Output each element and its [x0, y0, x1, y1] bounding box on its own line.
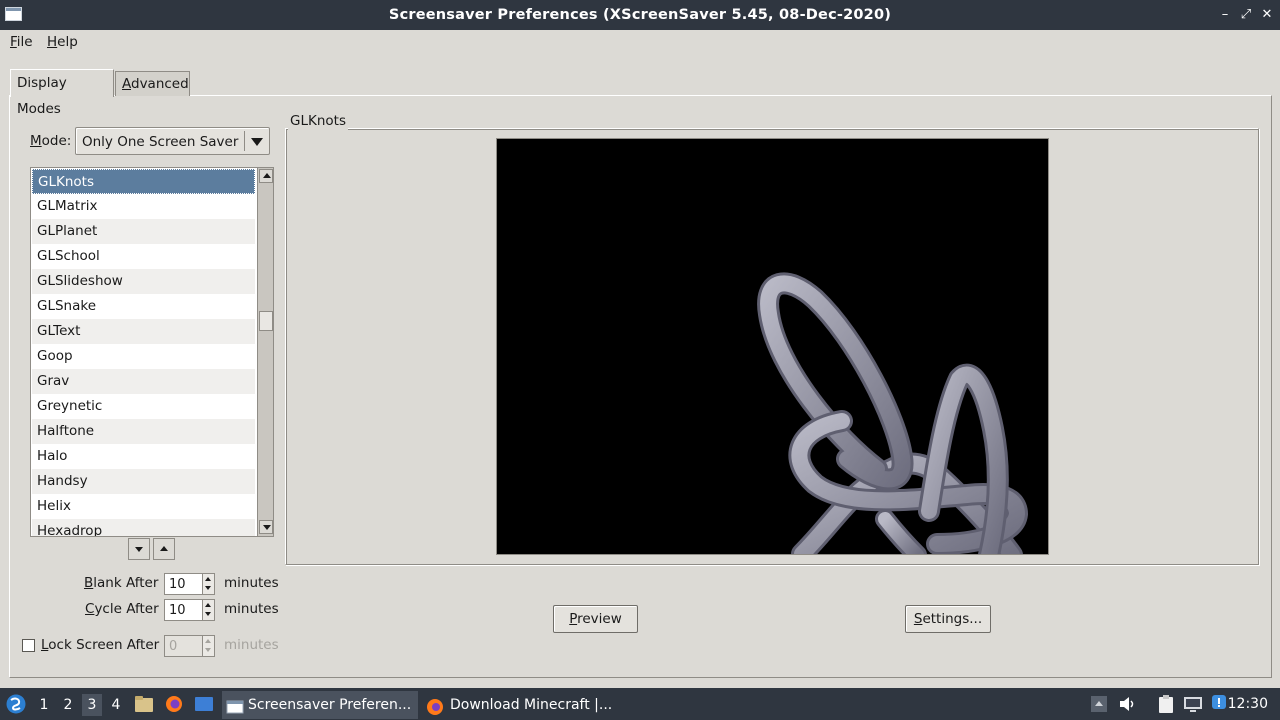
maximize-button[interactable]: ⤢	[1236, 0, 1256, 30]
workspace-2[interactable]: 2	[58, 694, 78, 716]
mode-dropdown-value: Only One Screen Saver	[82, 134, 239, 150]
list-item[interactable]: Halo	[32, 444, 255, 469]
taskbar: 1 2 3 4 Screensaver Preferen... Download…	[0, 688, 1280, 720]
scroll-down-button[interactable]	[259, 520, 273, 534]
lock-after-unit: minutes	[224, 637, 279, 653]
stepper-arrows[interactable]	[202, 600, 214, 620]
preview-frame-title: GLKnots	[288, 112, 348, 130]
tab-advanced[interactable]: Advanced	[115, 71, 190, 96]
tab-display-modes[interactable]: Display Modes	[10, 69, 114, 117]
list-item[interactable]: Grav	[32, 369, 255, 394]
arrow-up-icon	[160, 546, 168, 551]
arrow-down-icon	[205, 612, 211, 616]
arrow-up-icon	[205, 577, 211, 581]
clock[interactable]: 12:30	[1228, 688, 1268, 720]
list-item[interactable]: GLSlideshow	[32, 269, 255, 294]
move-up-button[interactable]	[153, 538, 175, 560]
menu-help[interactable]: Help	[47, 33, 78, 51]
list-scrollbar[interactable]	[257, 168, 273, 536]
blank-after-unit: minutes	[224, 575, 279, 591]
scroll-up-button[interactable]	[259, 169, 273, 183]
screensaver-list[interactable]: GLKnots GLMatrix GLPlanet GLSchool GLSli…	[30, 167, 274, 537]
notification-icon[interactable]	[1209, 693, 1229, 713]
blank-after-stepper[interactable]: 10	[164, 573, 215, 595]
list-item[interactable]: Helix	[32, 494, 255, 519]
screensaver-preview	[496, 138, 1049, 555]
tray-up-arrow-icon[interactable]	[1090, 695, 1108, 713]
arrow-down-icon	[205, 648, 211, 652]
list-item[interactable]: GLMatrix	[32, 194, 255, 219]
blank-after-label: Blank After	[84, 575, 159, 591]
arrow-up-icon	[205, 603, 211, 607]
network-icon[interactable]	[1182, 694, 1204, 714]
arrow-up-icon	[263, 173, 271, 178]
preview-button[interactable]: Preview	[553, 605, 638, 633]
lock-screen-checkbox[interactable]	[22, 639, 35, 652]
workspace-3[interactable]: 3	[82, 694, 102, 716]
lock-after-value: 0	[169, 639, 178, 654]
firefox-icon[interactable]	[164, 695, 184, 713]
list-item[interactable]: GLPlanet	[32, 219, 255, 244]
glknots-render	[757, 272, 1028, 554]
blank-after-value[interactable]: 10	[169, 576, 186, 594]
cycle-after-label: Cycle After	[85, 601, 159, 617]
lock-screen-label[interactable]: Lock Screen After	[41, 636, 159, 654]
task-label: Screensaver Preferen...	[248, 697, 412, 713]
arrow-down-icon	[205, 586, 211, 590]
stepper-arrows	[202, 636, 214, 656]
firefox-icon	[427, 699, 443, 715]
arrow-down-icon	[135, 547, 143, 552]
volume-icon[interactable]	[1118, 695, 1138, 713]
minimize-button[interactable]: –	[1215, 0, 1235, 30]
list-item[interactable]: GLSchool	[32, 244, 255, 269]
chevron-down-icon	[251, 138, 263, 146]
task-download-minecraft[interactable]: Download Minecraft |...	[422, 691, 618, 719]
start-menu-icon[interactable]	[5, 693, 27, 715]
scrollbar-thumb[interactable]	[259, 311, 273, 331]
workspace-4[interactable]: 4	[106, 694, 126, 716]
list-item[interactable]: Halftone	[32, 419, 255, 444]
list-item[interactable]: GLText	[32, 319, 255, 344]
window-icon	[226, 700, 244, 714]
arrow-down-icon	[263, 525, 271, 530]
mode-label: Mode:	[30, 133, 72, 149]
list-item[interactable]: GLKnots	[32, 169, 255, 194]
cycle-after-value[interactable]: 10	[169, 602, 186, 620]
clipboard-icon[interactable]	[1156, 694, 1176, 714]
list-item[interactable]: Greynetic	[32, 394, 255, 419]
dropdown-separator	[244, 131, 245, 151]
cycle-after-stepper[interactable]: 10	[164, 599, 215, 621]
task-screensaver-preferences[interactable]: Screensaver Preferen...	[222, 691, 418, 719]
title-bar: Screensaver Preferences (XScreenSaver 5.…	[0, 0, 1280, 30]
show-desktop-icon[interactable]	[194, 695, 214, 713]
cycle-after-unit: minutes	[224, 601, 279, 617]
list-item[interactable]: GLSnake	[32, 294, 255, 319]
menu-file[interactable]: File	[10, 33, 33, 51]
mode-dropdown[interactable]: Only One Screen Saver	[75, 127, 270, 155]
window-title: Screensaver Preferences (XScreenSaver 5.…	[388, 7, 892, 23]
stepper-arrows[interactable]	[202, 574, 214, 594]
close-button[interactable]: ✕	[1257, 0, 1277, 30]
task-label: Download Minecraft |...	[450, 697, 613, 713]
file-manager-icon[interactable]	[134, 695, 154, 713]
menu-bar: File Help	[0, 30, 1280, 54]
lock-after-stepper: 0	[164, 635, 215, 657]
arrow-up-icon	[205, 639, 211, 643]
list-item[interactable]: Hexadrop	[32, 519, 255, 536]
list-item[interactable]: Goop	[32, 344, 255, 369]
workspace-1[interactable]: 1	[34, 694, 54, 716]
settings-button[interactable]: Settings...	[905, 605, 991, 633]
move-down-button[interactable]	[128, 538, 150, 560]
list-item[interactable]: Handsy	[32, 469, 255, 494]
